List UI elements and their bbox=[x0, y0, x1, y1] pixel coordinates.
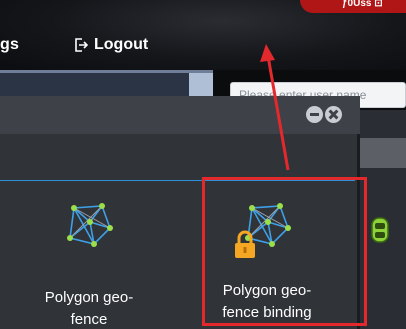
minimize-icon[interactable] bbox=[306, 106, 323, 123]
module-label: Polygon geo- fence bbox=[44, 289, 134, 328]
logout-button[interactable]: Logout bbox=[74, 36, 148, 54]
user-badge[interactable]: ƒ0Uss ⊡ bbox=[300, 0, 406, 13]
nav-settings[interactable]: gs bbox=[0, 36, 19, 54]
polygon-geofence-button[interactable]: Polygon geo- fence bbox=[14, 200, 164, 329]
background-list-row[interactable] bbox=[360, 138, 406, 168]
annotation-arrow-icon bbox=[260, 44, 290, 171]
polygon-network-icon bbox=[67, 203, 113, 247]
close-icon[interactable] bbox=[325, 106, 342, 123]
logout-icon bbox=[75, 38, 88, 52]
top-header: ƒ0Uss ⊡ gs Logout bbox=[0, 0, 406, 70]
dialog-titlebar[interactable] bbox=[0, 96, 360, 134]
highlight-box bbox=[202, 177, 367, 326]
vehicle-icon[interactable] bbox=[370, 216, 390, 244]
logout-label: Logout bbox=[94, 36, 149, 53]
